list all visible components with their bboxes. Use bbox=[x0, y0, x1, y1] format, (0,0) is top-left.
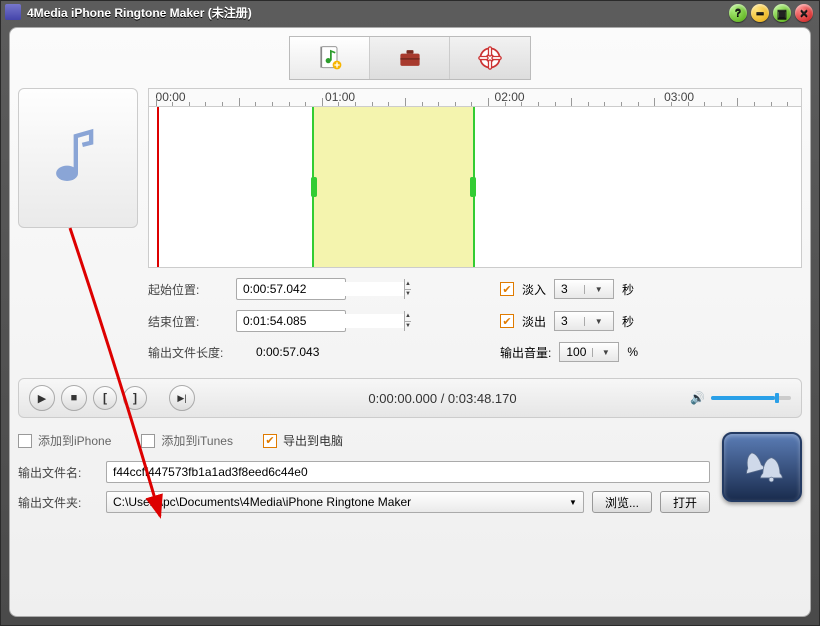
bell-ringtone-icon bbox=[737, 442, 787, 492]
chevron-down-icon: ▼ bbox=[584, 285, 614, 294]
output-name-label: 输出文件名: bbox=[18, 464, 98, 481]
percent-unit: % bbox=[627, 345, 638, 359]
fadeout-checkbox[interactable]: ✔ bbox=[500, 314, 514, 328]
minimize-button[interactable]: ━ bbox=[751, 4, 769, 22]
selection-range[interactable] bbox=[312, 107, 475, 267]
timeline[interactable]: 00:00 01:00 02:00 03:00 bbox=[148, 88, 802, 268]
start-pos-label: 起始位置: bbox=[148, 281, 228, 298]
chevron-down-icon: ▼ bbox=[592, 348, 618, 357]
music-file-add-icon bbox=[316, 44, 344, 72]
ruler-label: 03:00 bbox=[664, 90, 694, 104]
chevron-down-icon: ▼ bbox=[569, 498, 577, 507]
chevron-down-icon: ▼ bbox=[584, 317, 614, 326]
checkbox-checked-icon: ✔ bbox=[263, 434, 277, 448]
volume-label: 输出音量: bbox=[500, 344, 551, 361]
browse-button[interactable]: 浏览... bbox=[592, 491, 652, 513]
transport-bar: ▶ ■ [ ] ▶| 0:00:00.000 / 0:03:48.170 🔊 bbox=[18, 378, 802, 418]
fadein-combo[interactable]: 3▼ bbox=[554, 279, 614, 299]
start-pos-input[interactable]: ▲▼ bbox=[236, 278, 346, 300]
selection-handle-end[interactable] bbox=[470, 177, 476, 197]
mark-out-button[interactable]: ] bbox=[123, 386, 147, 410]
end-pos-label: 结束位置: bbox=[148, 313, 228, 330]
time-display: 0:00:00.000 / 0:03:48.170 bbox=[201, 391, 684, 406]
lifebuoy-icon bbox=[476, 44, 504, 72]
window-title: 4Media iPhone Ringtone Maker (未注册) bbox=[27, 4, 252, 21]
checkbox-unchecked-icon: ✔ bbox=[18, 434, 32, 448]
tabbar bbox=[289, 36, 531, 80]
tab-add-music[interactable] bbox=[290, 37, 370, 79]
seconds-unit: 秒 bbox=[622, 281, 634, 298]
ruler: 00:00 01:00 02:00 03:00 bbox=[149, 89, 801, 107]
titlebar[interactable]: 4Media iPhone Ringtone Maker (未注册) ? ━ ▣… bbox=[1, 1, 819, 23]
start-pos-field[interactable] bbox=[237, 282, 404, 296]
ruler-label: 01:00 bbox=[325, 90, 355, 104]
export-pc-option[interactable]: ✔导出到电脑 bbox=[263, 432, 343, 449]
spin-up[interactable]: ▲ bbox=[405, 279, 411, 290]
convert-button[interactable] bbox=[722, 432, 802, 502]
play-button[interactable]: ▶ bbox=[29, 385, 55, 411]
fadein-label: 淡入 bbox=[522, 281, 546, 298]
end-pos-input[interactable]: ▲▼ bbox=[236, 310, 346, 332]
volume-combo[interactable]: 100▼ bbox=[559, 342, 619, 362]
speaker-icon[interactable]: 🔊 bbox=[690, 391, 705, 405]
tab-briefcase[interactable] bbox=[370, 37, 450, 79]
ruler-label: 02:00 bbox=[495, 90, 525, 104]
app-window: 4Media iPhone Ringtone Maker (未注册) ? ━ ▣… bbox=[0, 0, 820, 626]
spin-up[interactable]: ▲ bbox=[405, 311, 411, 322]
spin-down[interactable]: ▼ bbox=[405, 322, 411, 332]
close-button[interactable]: ✕ bbox=[795, 4, 813, 22]
app-icon bbox=[5, 4, 21, 20]
volume-slider[interactable] bbox=[711, 396, 791, 400]
tab-help[interactable] bbox=[450, 37, 530, 79]
spin-down[interactable]: ▼ bbox=[405, 290, 411, 300]
fadeout-combo[interactable]: 3▼ bbox=[554, 311, 614, 331]
stop-button[interactable]: ■ bbox=[61, 385, 87, 411]
music-note-icon bbox=[43, 123, 113, 193]
playhead[interactable] bbox=[157, 107, 159, 267]
ruler-label: 00:00 bbox=[156, 90, 186, 104]
output-folder-label: 输出文件夹: bbox=[18, 494, 98, 511]
seconds-unit: 秒 bbox=[622, 313, 634, 330]
length-label: 输出文件长度: bbox=[148, 344, 248, 361]
briefcase-icon bbox=[396, 44, 424, 72]
output-folder-combo[interactable]: C:\Users\pc\Documents\4Media\iPhone Ring… bbox=[106, 491, 584, 513]
fadein-checkbox[interactable]: ✔ bbox=[500, 282, 514, 296]
maximize-button[interactable]: ▣ bbox=[773, 4, 791, 22]
output-name-input[interactable] bbox=[106, 461, 710, 483]
thumbnail bbox=[18, 88, 138, 228]
checkbox-unchecked-icon: ✔ bbox=[141, 434, 155, 448]
end-pos-field[interactable] bbox=[237, 314, 404, 328]
length-value: 0:00:57.043 bbox=[256, 345, 319, 359]
client-area: 00:00 01:00 02:00 03:00 起始位置: bbox=[9, 27, 811, 617]
selection-handle-start[interactable] bbox=[311, 177, 317, 197]
add-iphone-option[interactable]: ✔添加到iPhone bbox=[18, 432, 111, 449]
help-button[interactable]: ? bbox=[729, 4, 747, 22]
mark-in-button[interactable]: [ bbox=[93, 386, 117, 410]
add-itunes-option[interactable]: ✔添加到iTunes bbox=[141, 432, 233, 449]
goto-marker-button[interactable]: ▶| bbox=[169, 385, 195, 411]
fadeout-label: 淡出 bbox=[522, 313, 546, 330]
open-button[interactable]: 打开 bbox=[660, 491, 710, 513]
